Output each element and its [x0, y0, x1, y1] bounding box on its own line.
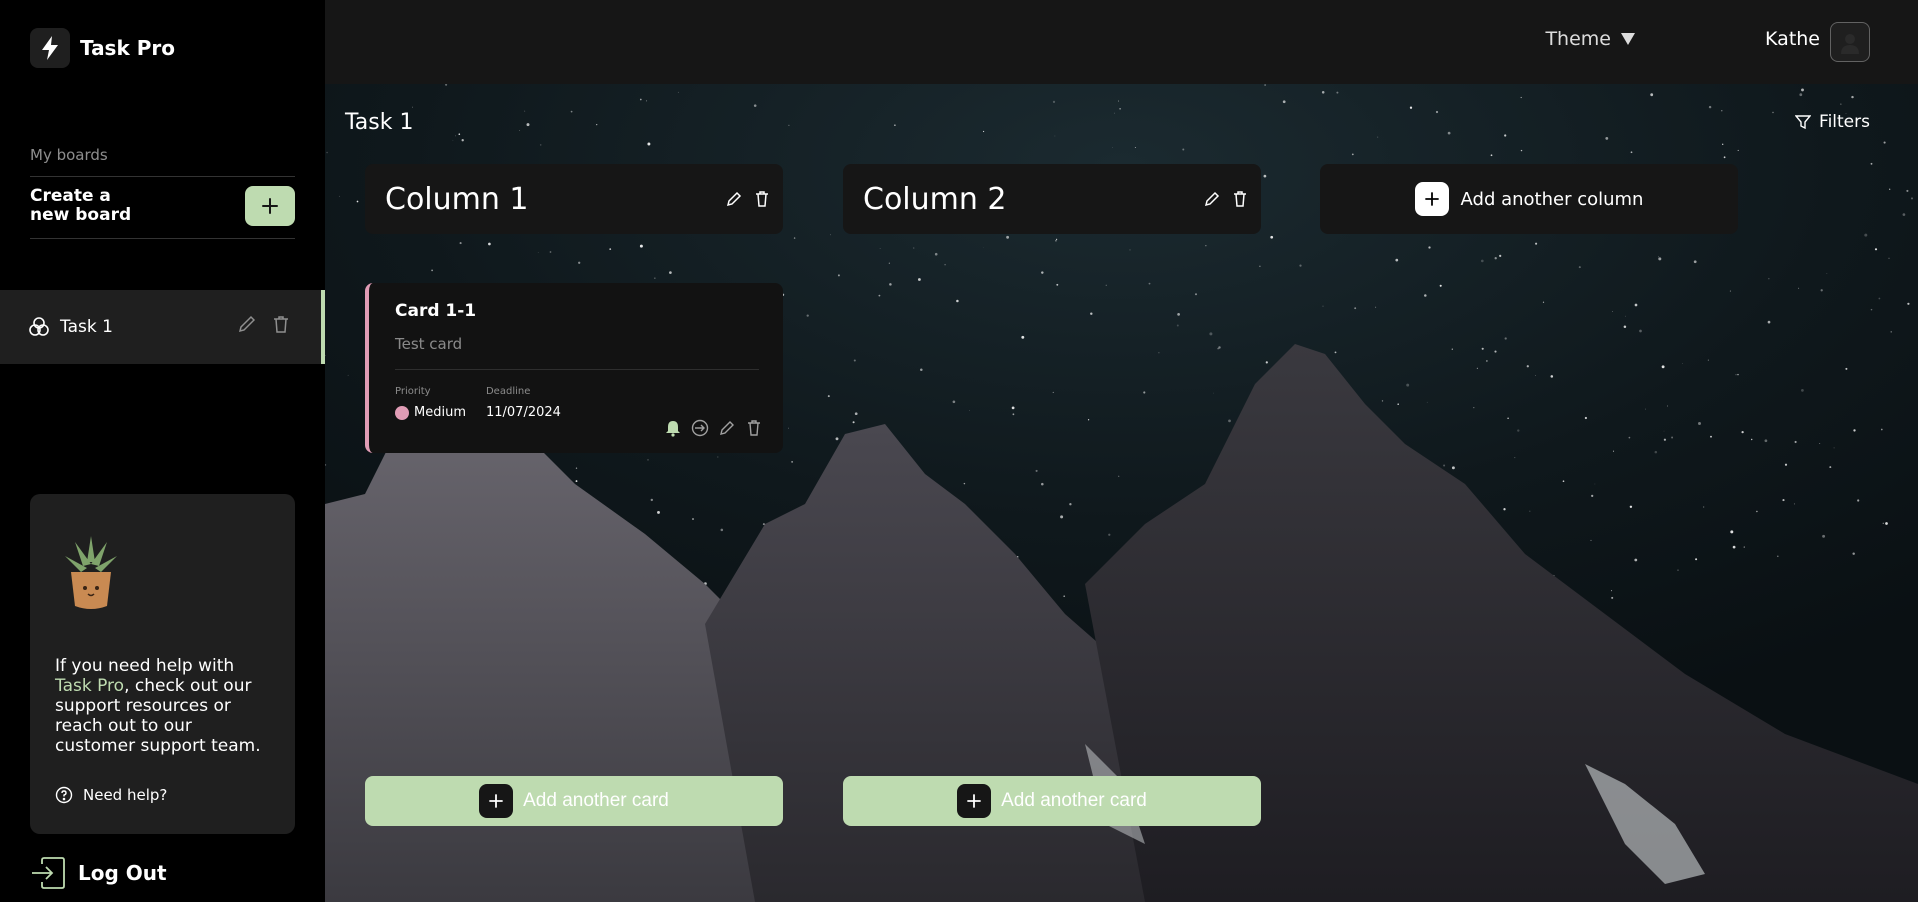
app-name: Task Pro	[80, 36, 175, 60]
column-header: Column 2	[843, 164, 1261, 234]
create-board-label: Create a new board	[30, 186, 132, 225]
trash-icon[interactable]	[753, 190, 771, 208]
column-title: Column 2	[863, 181, 1007, 217]
plus-icon	[1414, 182, 1449, 216]
avatar[interactable]	[1830, 22, 1870, 62]
top-header: Theme Kathe	[325, 0, 1918, 84]
priority-value: Medium	[414, 405, 466, 420]
lightning-icon	[30, 28, 70, 68]
user-name: Kathe	[1765, 28, 1820, 50]
add-card-button[interactable]: Add another card	[365, 776, 783, 826]
sidebar-item-task-1[interactable]: Task 1	[0, 290, 325, 364]
edit-icon[interactable]	[1203, 190, 1221, 208]
need-help-button[interactable]: Need help?	[55, 786, 270, 804]
app-logo[interactable]: Task Pro	[30, 28, 175, 68]
add-column-button[interactable]: Add another column	[1320, 164, 1738, 234]
divider	[30, 238, 295, 239]
column-title: Column 1	[385, 181, 529, 217]
trash-icon[interactable]	[745, 419, 763, 437]
help-box: If you need help with Task Pro, check ou…	[30, 494, 295, 834]
theme-label: Theme	[1545, 28, 1611, 50]
card-meta: Priority Medium Deadline 11/07/2024	[395, 386, 759, 420]
priority-label: Priority	[395, 386, 431, 397]
need-help-label: Need help?	[83, 786, 168, 804]
add-column-label: Add another column	[1460, 188, 1644, 210]
user-icon	[1841, 34, 1859, 54]
puzzle-icon	[29, 317, 49, 336]
create-board-button[interactable]	[245, 186, 295, 226]
filters-label: Filters	[1819, 112, 1870, 132]
theme-dropdown[interactable]: Theme	[1545, 28, 1635, 50]
trash-icon[interactable]	[1231, 190, 1249, 208]
card-description: Test card	[395, 335, 463, 353]
deadline-label: Deadline	[485, 386, 531, 397]
logout-button[interactable]: Log Out	[30, 856, 167, 890]
deadline-value: 11/07/2024	[485, 405, 561, 420]
edit-icon[interactable]	[718, 419, 736, 437]
filters-button[interactable]: Filters	[1795, 112, 1870, 132]
board-title: Task 1	[345, 110, 414, 135]
bell-icon	[666, 421, 680, 437]
help-text: If you need help with Task Pro, check ou…	[55, 656, 270, 756]
edit-icon[interactable]	[237, 314, 257, 334]
help-circle-icon	[55, 786, 73, 804]
divider	[30, 176, 295, 177]
add-card-button[interactable]: Add another card	[843, 776, 1261, 826]
edit-icon[interactable]	[725, 190, 743, 208]
trash-icon[interactable]	[271, 314, 291, 334]
my-boards-label: My boards	[30, 146, 108, 164]
task-card[interactable]: Card 1-1 Test card Priority Medium Deadl…	[365, 283, 783, 453]
logout-icon	[32, 857, 65, 889]
filter-icon	[1795, 115, 1812, 130]
column-header: Column 1	[365, 164, 783, 234]
add-card-label: Add another card	[1001, 790, 1147, 811]
cactus-icon	[61, 532, 121, 612]
divider	[395, 369, 759, 370]
priority-dot	[395, 405, 409, 420]
help-text-part: If you need help with	[55, 656, 235, 676]
logout-label: Log Out	[78, 861, 167, 885]
board-area: Task 1 Filters Column 1 Card 1-1 Test ca…	[325, 84, 1918, 902]
move-card-icon[interactable]	[691, 419, 709, 437]
triangle-down-icon	[1621, 33, 1635, 45]
plus-icon	[262, 198, 278, 214]
help-accent-link: Task Pro	[55, 676, 125, 696]
sidebar-item-label: Task 1	[60, 317, 113, 337]
add-card-label: Add another card	[523, 790, 669, 811]
sidebar: Task Pro My boards Create a new board Ta…	[0, 0, 325, 902]
create-board-row: Create a new board	[30, 186, 295, 226]
plus-icon	[957, 784, 992, 818]
card-title: Card 1-1	[395, 301, 477, 321]
plus-icon	[479, 784, 514, 818]
